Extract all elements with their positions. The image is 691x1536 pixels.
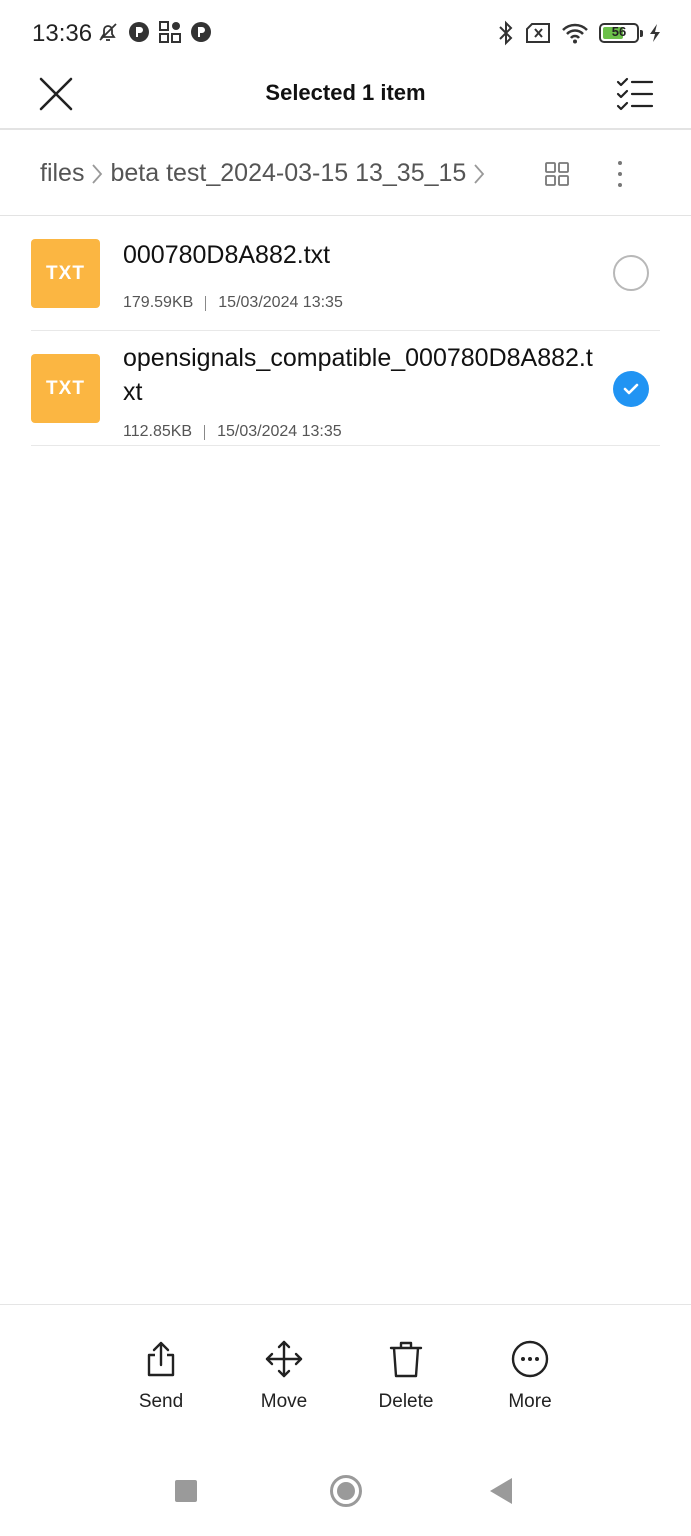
row-divider	[31, 445, 660, 446]
grid-view-icon[interactable]	[544, 161, 570, 187]
system-nav-bar	[0, 1452, 691, 1536]
wifi-icon	[562, 23, 588, 44]
meta-separator	[204, 424, 206, 440]
selection-header: Selected 1 item	[0, 66, 691, 128]
meta-separator	[205, 295, 207, 311]
select-checkbox[interactable]	[613, 255, 649, 291]
bluetooth-icon	[499, 20, 513, 46]
breadcrumb: files beta test_2024-03-15 13_35_15	[40, 159, 492, 188]
no-sim-icon	[526, 23, 550, 43]
file-name: 000780D8A882.txt	[123, 241, 331, 269]
share-icon	[147, 1341, 175, 1377]
select-checkbox-checked[interactable]	[613, 371, 649, 407]
back-icon[interactable]	[490, 1478, 512, 1504]
move-label: Move	[260, 1391, 308, 1412]
send-button[interactable]: Send	[116, 1339, 206, 1413]
file-meta: 112.85KB 15/03/2024 13:35	[123, 423, 342, 441]
txt-file-icon: TXT	[31, 354, 100, 423]
header-divider	[0, 128, 691, 130]
select-all-checklist-icon[interactable]	[615, 74, 655, 114]
more-horizontal-icon	[511, 1340, 549, 1378]
battery-level: 56	[611, 24, 627, 39]
file-date: 15/03/2024 13:35	[218, 294, 343, 311]
txt-file-icon: TXT	[31, 239, 100, 308]
recents-icon[interactable]	[175, 1480, 197, 1502]
trash-icon	[389, 1341, 423, 1378]
chevron-right-icon	[474, 163, 485, 184]
breadcrumb-item-files[interactable]: files	[40, 159, 84, 188]
page-title: Selected 1 item	[265, 80, 426, 105]
bell-off-icon	[99, 23, 117, 41]
file-meta: 179.59KB 15/03/2024 13:35	[123, 294, 343, 312]
bottom-action-bar: Send Move Delete More	[0, 1304, 691, 1445]
move-button[interactable]: Move	[239, 1339, 329, 1413]
file-size: 179.59KB	[123, 294, 194, 311]
chevron-right-icon	[92, 163, 103, 184]
more-label: More	[508, 1391, 552, 1412]
breadcrumb-item-folder[interactable]: beta test_2024-03-15 13_35_15	[110, 159, 466, 188]
charging-icon	[650, 24, 660, 42]
status-bar: 13:36 56	[0, 0, 691, 66]
file-size: 112.85KB	[123, 423, 193, 440]
list-item[interactable]: TXT 000780D8A882.txt 179.59KB 15/03/2024…	[0, 216, 691, 331]
app-notification-icon-2	[191, 22, 211, 42]
checkmark-icon	[623, 383, 639, 395]
file-date: 15/03/2024 13:35	[217, 423, 342, 440]
move-icon	[265, 1340, 303, 1378]
breadcrumb-bar: files beta test_2024-03-15 13_35_15	[0, 132, 691, 216]
more-button[interactable]: More	[485, 1339, 575, 1413]
home-icon[interactable]	[330, 1475, 362, 1507]
qr-scan-icon	[159, 21, 181, 43]
battery-icon: 56	[599, 23, 643, 43]
delete-button[interactable]: Delete	[361, 1339, 451, 1413]
more-vertical-icon[interactable]	[610, 158, 630, 190]
delete-label: Delete	[378, 1391, 434, 1412]
send-label: Send	[138, 1391, 184, 1412]
app-notification-icon	[129, 22, 149, 42]
status-time: 13:36	[32, 20, 93, 47]
list-item[interactable]: TXT opensignals_compatible_000780D8A882.…	[0, 331, 691, 446]
file-name: opensignals_compatible_000780D8A882.txt	[123, 344, 593, 406]
status-right-icons: 56	[497, 20, 661, 46]
status-left-icons	[96, 20, 212, 44]
